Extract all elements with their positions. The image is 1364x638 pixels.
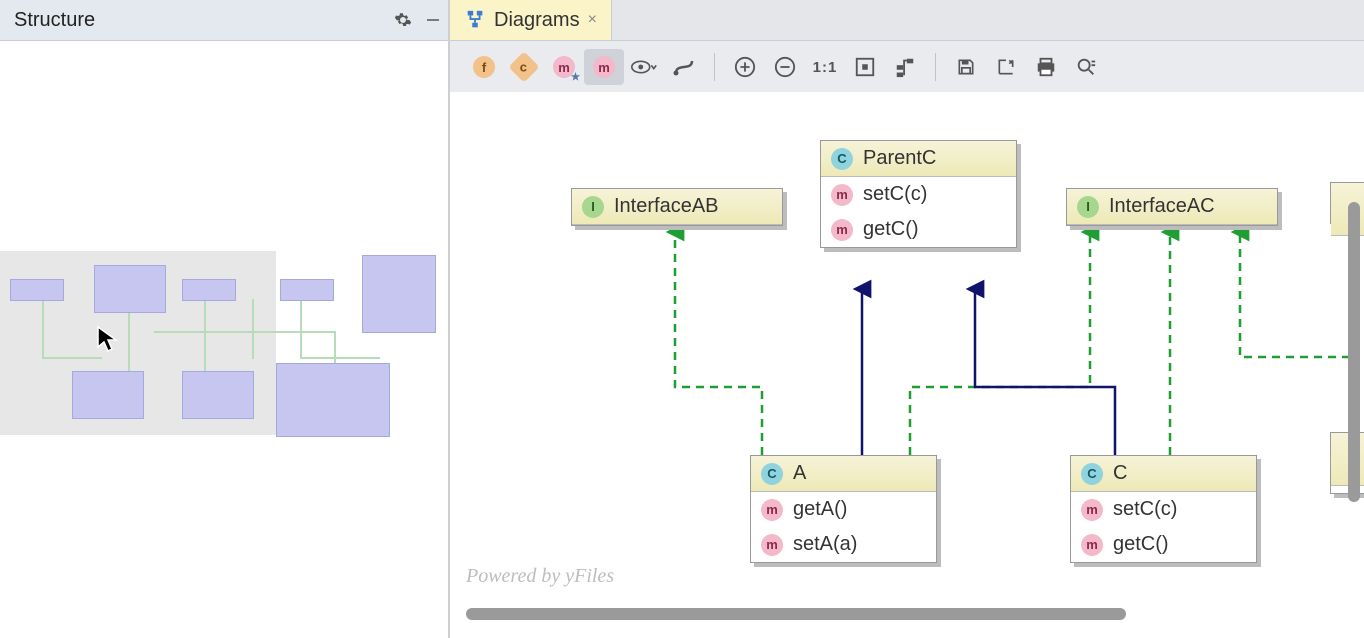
node-method: getC(): [1113, 533, 1169, 556]
method-icon: m: [593, 56, 615, 78]
horizontal-scrollbar-thumb[interactable]: [466, 608, 1126, 620]
node-parent-c[interactable]: C ParentC m setC(c) m getC(): [820, 140, 1017, 248]
diagram-file-icon: [464, 9, 486, 31]
node-class-a[interactable]: C A m getA() m setA(a): [750, 455, 937, 563]
filter-methods-button[interactable]: m: [584, 49, 624, 85]
export-button[interactable]: [986, 49, 1026, 85]
node-title: ParentC: [863, 147, 936, 170]
structure-header: Structure: [0, 0, 448, 41]
close-icon[interactable]: ×: [588, 11, 597, 29]
structure-title: Structure: [0, 9, 388, 32]
node-class-c[interactable]: C C m setC(c) m getC(): [1070, 455, 1257, 563]
tab-label: Diagrams: [494, 9, 580, 32]
method-icon: m: [831, 219, 853, 241]
watermark-text: Powered by yFiles: [466, 565, 614, 588]
toolbar-separator: [714, 53, 715, 81]
find-button[interactable]: [1066, 49, 1106, 85]
edge-style-button[interactable]: [664, 49, 704, 85]
horizontal-scrollbar[interactable]: [466, 608, 1326, 620]
structure-minimap[interactable]: [0, 251, 440, 441]
method-icon: m: [761, 499, 783, 521]
interface-icon: I: [582, 196, 604, 218]
field-icon: f: [473, 56, 495, 78]
zoom-in-button[interactable]: [725, 49, 765, 85]
class-icon: C: [1081, 463, 1103, 485]
vertical-scrollbar-thumb[interactable]: [1348, 202, 1360, 502]
filter-constructors-button[interactable]: c: [504, 49, 544, 85]
layout-button[interactable]: [885, 49, 925, 85]
class-icon: C: [761, 463, 783, 485]
diagram-panel: Diagrams × f c m m 1:1: [448, 0, 1364, 638]
cursor-icon: [96, 325, 120, 353]
node-method: setC(c): [1113, 498, 1177, 521]
print-button[interactable]: [1026, 49, 1066, 85]
node-title: InterfaceAC: [1109, 195, 1215, 218]
node-title: A: [793, 462, 806, 485]
zoom-out-button[interactable]: [765, 49, 805, 85]
node-title: C: [1113, 462, 1127, 485]
method-icon: m: [761, 534, 783, 556]
editor-tab-strip: Diagrams ×: [450, 0, 1364, 41]
node-method: getA(): [793, 498, 847, 521]
structure-panel: Structure: [0, 0, 448, 638]
filter-fields-button[interactable]: f: [464, 49, 504, 85]
save-button[interactable]: [946, 49, 986, 85]
toolbar-separator: [935, 53, 936, 81]
actual-size-button[interactable]: 1:1: [805, 49, 845, 85]
node-title: InterfaceAB: [614, 195, 719, 218]
filter-methods-starred-button[interactable]: m: [544, 49, 584, 85]
node-method: getC(): [863, 218, 919, 241]
gear-icon[interactable]: [388, 5, 418, 35]
diagram-canvas[interactable]: I InterfaceAB C ParentC m setC(c) m getC…: [450, 92, 1364, 638]
node-interface-ab[interactable]: I InterfaceAB: [571, 188, 783, 226]
constructor-icon: c: [508, 51, 539, 82]
visibility-dropdown[interactable]: [624, 49, 664, 85]
method-icon: m: [1081, 499, 1103, 521]
node-method: setC(c): [863, 183, 927, 206]
interface-icon: I: [1077, 196, 1099, 218]
node-interface-ac[interactable]: I InterfaceAC: [1066, 188, 1278, 226]
class-icon: C: [831, 148, 853, 170]
vertical-scrollbar[interactable]: [1348, 202, 1360, 502]
node-method: setA(a): [793, 533, 857, 556]
method-icon: m: [1081, 534, 1103, 556]
fit-content-button[interactable]: [845, 49, 885, 85]
method-icon: m: [831, 184, 853, 206]
diagram-toolbar: f c m m 1:1: [450, 41, 1364, 94]
tab-diagrams[interactable]: Diagrams ×: [450, 0, 612, 40]
minimize-icon[interactable]: [418, 5, 448, 35]
